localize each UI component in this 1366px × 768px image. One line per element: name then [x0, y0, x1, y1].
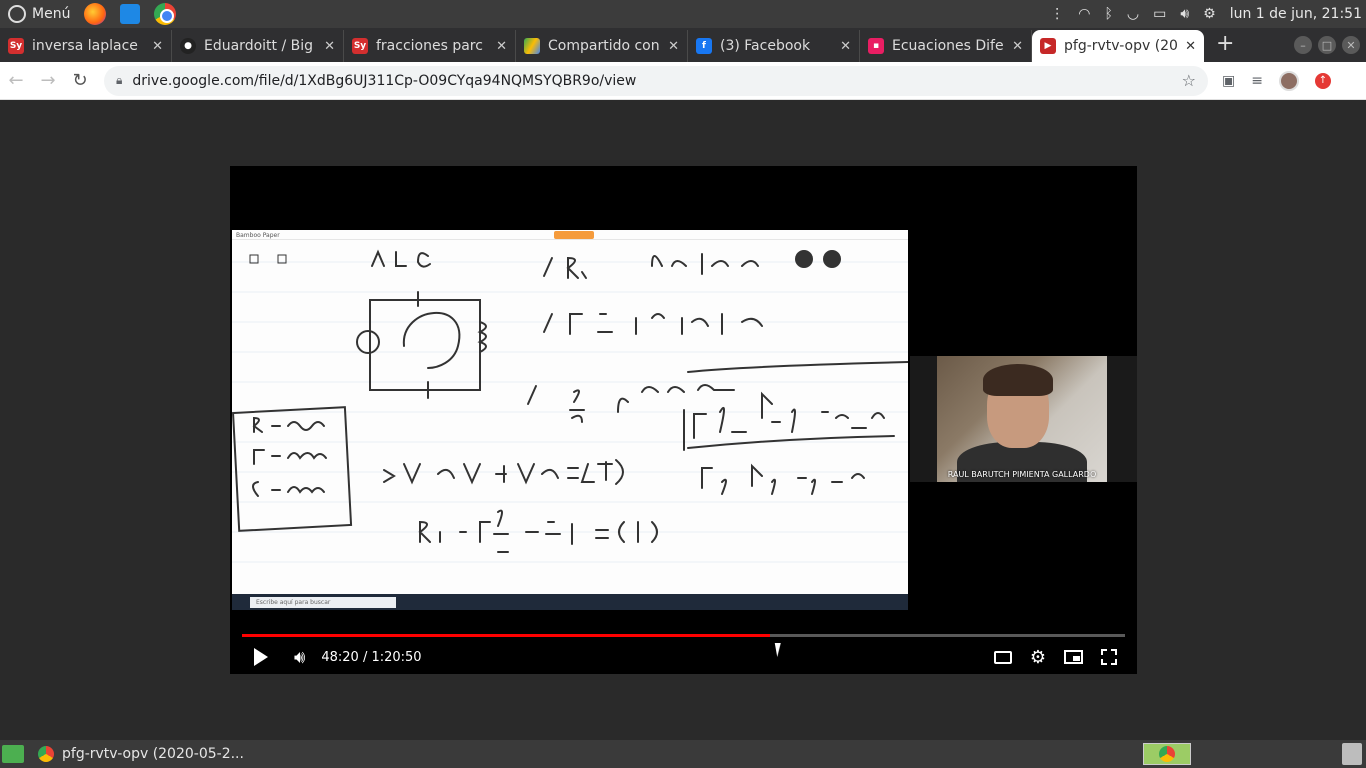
progress-played — [242, 634, 771, 637]
google-drive-icon — [524, 38, 540, 54]
close-icon[interactable]: ✕ — [668, 39, 679, 54]
address-bar[interactable]: 🔒︎ drive.google.com/file/d/1XdBg6UJ311Cp… — [104, 65, 1208, 96]
whiteboard-app-title: Bamboo Paper — [236, 232, 280, 239]
volume-icon[interactable]: 🔊︎ — [294, 647, 305, 668]
app-menu[interactable]: Menú — [0, 5, 70, 23]
whiteboard-canvas — [232, 249, 908, 563]
chrome-launcher-icon[interactable] — [154, 3, 177, 25]
wifi-signal-icon[interactable]: ◡ — [1127, 6, 1139, 22]
system-tray: ⋮ ◠ ᛒ ◡ ▭ 🔊︎ ⚙ lun 1 de jun, 21:51 — [1050, 6, 1366, 22]
forward-button[interactable]: → — [32, 70, 64, 91]
subtitles-icon[interactable] — [993, 650, 1012, 664]
volume-icon[interactable]: 🔊︎ — [1180, 6, 1189, 22]
menu-icon — [8, 5, 26, 23]
close-icon[interactable]: ✕ — [1185, 39, 1196, 54]
settings-icon[interactable]: ⚙ — [1203, 6, 1216, 22]
tab-fracciones[interactable]: Sy fracciones parc ✕ — [344, 30, 516, 62]
tab-inversa-laplace[interactable]: Sy inversa laplace ✕ — [0, 30, 172, 62]
close-icon[interactable]: ✕ — [840, 39, 851, 54]
browser-toolbar: ← → ↻ 🔒︎ drive.google.com/file/d/1XdBg6U… — [0, 62, 1366, 100]
tab-title: pfg-rvtv-opv (20 — [1064, 38, 1178, 54]
system-panel: Menú ⋮ ◠ ᛒ ◡ ▭ 🔊︎ ⚙ lun 1 de jun, 21:51 — [0, 0, 1366, 28]
update-icon[interactable]: ↑ — [1314, 72, 1331, 89]
lock-icon[interactable]: 🔒︎ — [116, 73, 122, 88]
bottom-panel: pfg-rvtv-opv (2020-05-2... — [0, 740, 1366, 768]
symbolab-icon: Sy — [352, 38, 368, 54]
player-controls: 🔊︎ 48:20 / 1:20:50 ⚙ — [230, 640, 1137, 674]
settings-gear-icon[interactable]: ⚙ — [1030, 647, 1046, 668]
shared-screen: Bamboo Paper Escribe aquí para buscar — [232, 230, 908, 610]
media-controls-icon[interactable]: ≡ — [1251, 73, 1263, 89]
doc-icon: ▪ — [868, 38, 884, 54]
new-tab-button[interactable]: + — [1204, 31, 1246, 62]
symbolab-icon: Sy — [8, 38, 24, 54]
close-icon[interactable]: ✕ — [152, 39, 163, 54]
close-icon[interactable]: ✕ — [324, 39, 335, 54]
chrome-icon — [1159, 746, 1175, 762]
tab-strip: Sy inversa laplace ✕ ● Eduardoitt / Big … — [0, 28, 1366, 62]
chrome-icon — [38, 746, 54, 762]
bluetooth-icon[interactable]: ᛒ — [1104, 6, 1112, 22]
wifi-icon[interactable]: ◠ — [1078, 6, 1090, 22]
tab-facebook[interactable]: f (3) Facebook ✕ — [688, 30, 860, 62]
tab-title: inversa laplace — [32, 38, 138, 54]
video-player[interactable]: Bamboo Paper Escribe aquí para buscar RA… — [230, 166, 1137, 674]
tab-google-drive[interactable]: Compartido con ✕ — [516, 30, 688, 62]
tab-title: (3) Facebook — [720, 38, 811, 54]
maximize-button[interactable]: □ — [1318, 36, 1336, 54]
tab-title: Ecuaciones Dife — [892, 38, 1004, 54]
video-icon: ▶ — [1040, 38, 1056, 54]
close-window-button[interactable]: ✕ — [1342, 36, 1360, 54]
reload-button[interactable]: ↻ — [64, 70, 96, 91]
miniplayer-icon[interactable] — [1064, 650, 1083, 664]
play-button[interactable] — [254, 648, 268, 666]
tab-pfg-video[interactable]: ▶ pfg-rvtv-opv (20 ✕ — [1032, 30, 1204, 62]
windows-taskbar-thumbnail: Escribe aquí para buscar — [232, 594, 908, 610]
bookmark-star-icon[interactable]: ☆ — [1182, 71, 1196, 90]
taskbar-window-title: pfg-rvtv-opv (2020-05-2... — [62, 746, 244, 762]
windows-search-box: Escribe aquí para buscar — [250, 597, 396, 608]
menu-label: Menú — [32, 6, 71, 22]
trash-icon[interactable] — [1342, 743, 1362, 765]
player-right-controls: ⚙ — [993, 647, 1137, 668]
share-indicator — [554, 231, 594, 239]
tab-title: Eduardoitt / Big — [204, 38, 314, 54]
tab-github[interactable]: ● Eduardoitt / Big ✕ — [172, 30, 344, 62]
toolbar-actions: ▣ ≡ ↑ — [1222, 70, 1331, 91]
window-controls: – □ ✕ — [1294, 36, 1366, 62]
github-icon: ● — [180, 38, 196, 54]
tab-ecuaciones[interactable]: ▪ Ecuaciones Dife ✕ — [860, 30, 1032, 62]
whiteboard-titlebar: Bamboo Paper — [232, 230, 908, 240]
show-desktop-button[interactable] — [2, 745, 24, 763]
close-icon[interactable]: ✕ — [1012, 39, 1023, 54]
presenter-hair — [983, 364, 1053, 396]
fullscreen-icon[interactable] — [1101, 649, 1117, 665]
workspace-switcher[interactable] — [1143, 743, 1191, 765]
vscode-launcher-icon[interactable] — [120, 4, 141, 24]
network-indicator-icon[interactable]: ⋮ — [1050, 6, 1064, 22]
firefox-launcher-icon[interactable] — [84, 3, 107, 25]
presenter-name: RAUL BARUTCH PIMIENTA GALLARDO — [947, 470, 1097, 479]
time-display: 48:20 / 1:20:50 — [321, 649, 422, 665]
profile-avatar[interactable] — [1278, 70, 1299, 91]
minimize-button[interactable]: – — [1294, 36, 1312, 54]
page-viewport: Bamboo Paper Escribe aquí para buscar RA… — [0, 100, 1366, 740]
taskbar-window-chrome[interactable]: pfg-rvtv-opv (2020-05-2... — [38, 746, 244, 762]
extension-icon[interactable]: ▣ — [1222, 73, 1235, 89]
back-button[interactable]: ← — [0, 70, 32, 91]
tab-title: fracciones parc — [376, 38, 483, 54]
progress-bar[interactable] — [242, 634, 1125, 637]
webcam-feed: RAUL BARUTCH PIMIENTA GALLARDO — [937, 356, 1107, 482]
clock[interactable]: lun 1 de jun, 21:51 — [1230, 6, 1362, 22]
close-icon[interactable]: ✕ — [496, 39, 507, 54]
tab-title: Compartido con — [548, 38, 660, 54]
facebook-icon: f — [696, 38, 712, 54]
url-text: drive.google.com/file/d/1XdBg6UJ311Cp-O0… — [132, 72, 637, 89]
battery-icon[interactable]: ▭ — [1153, 6, 1166, 22]
